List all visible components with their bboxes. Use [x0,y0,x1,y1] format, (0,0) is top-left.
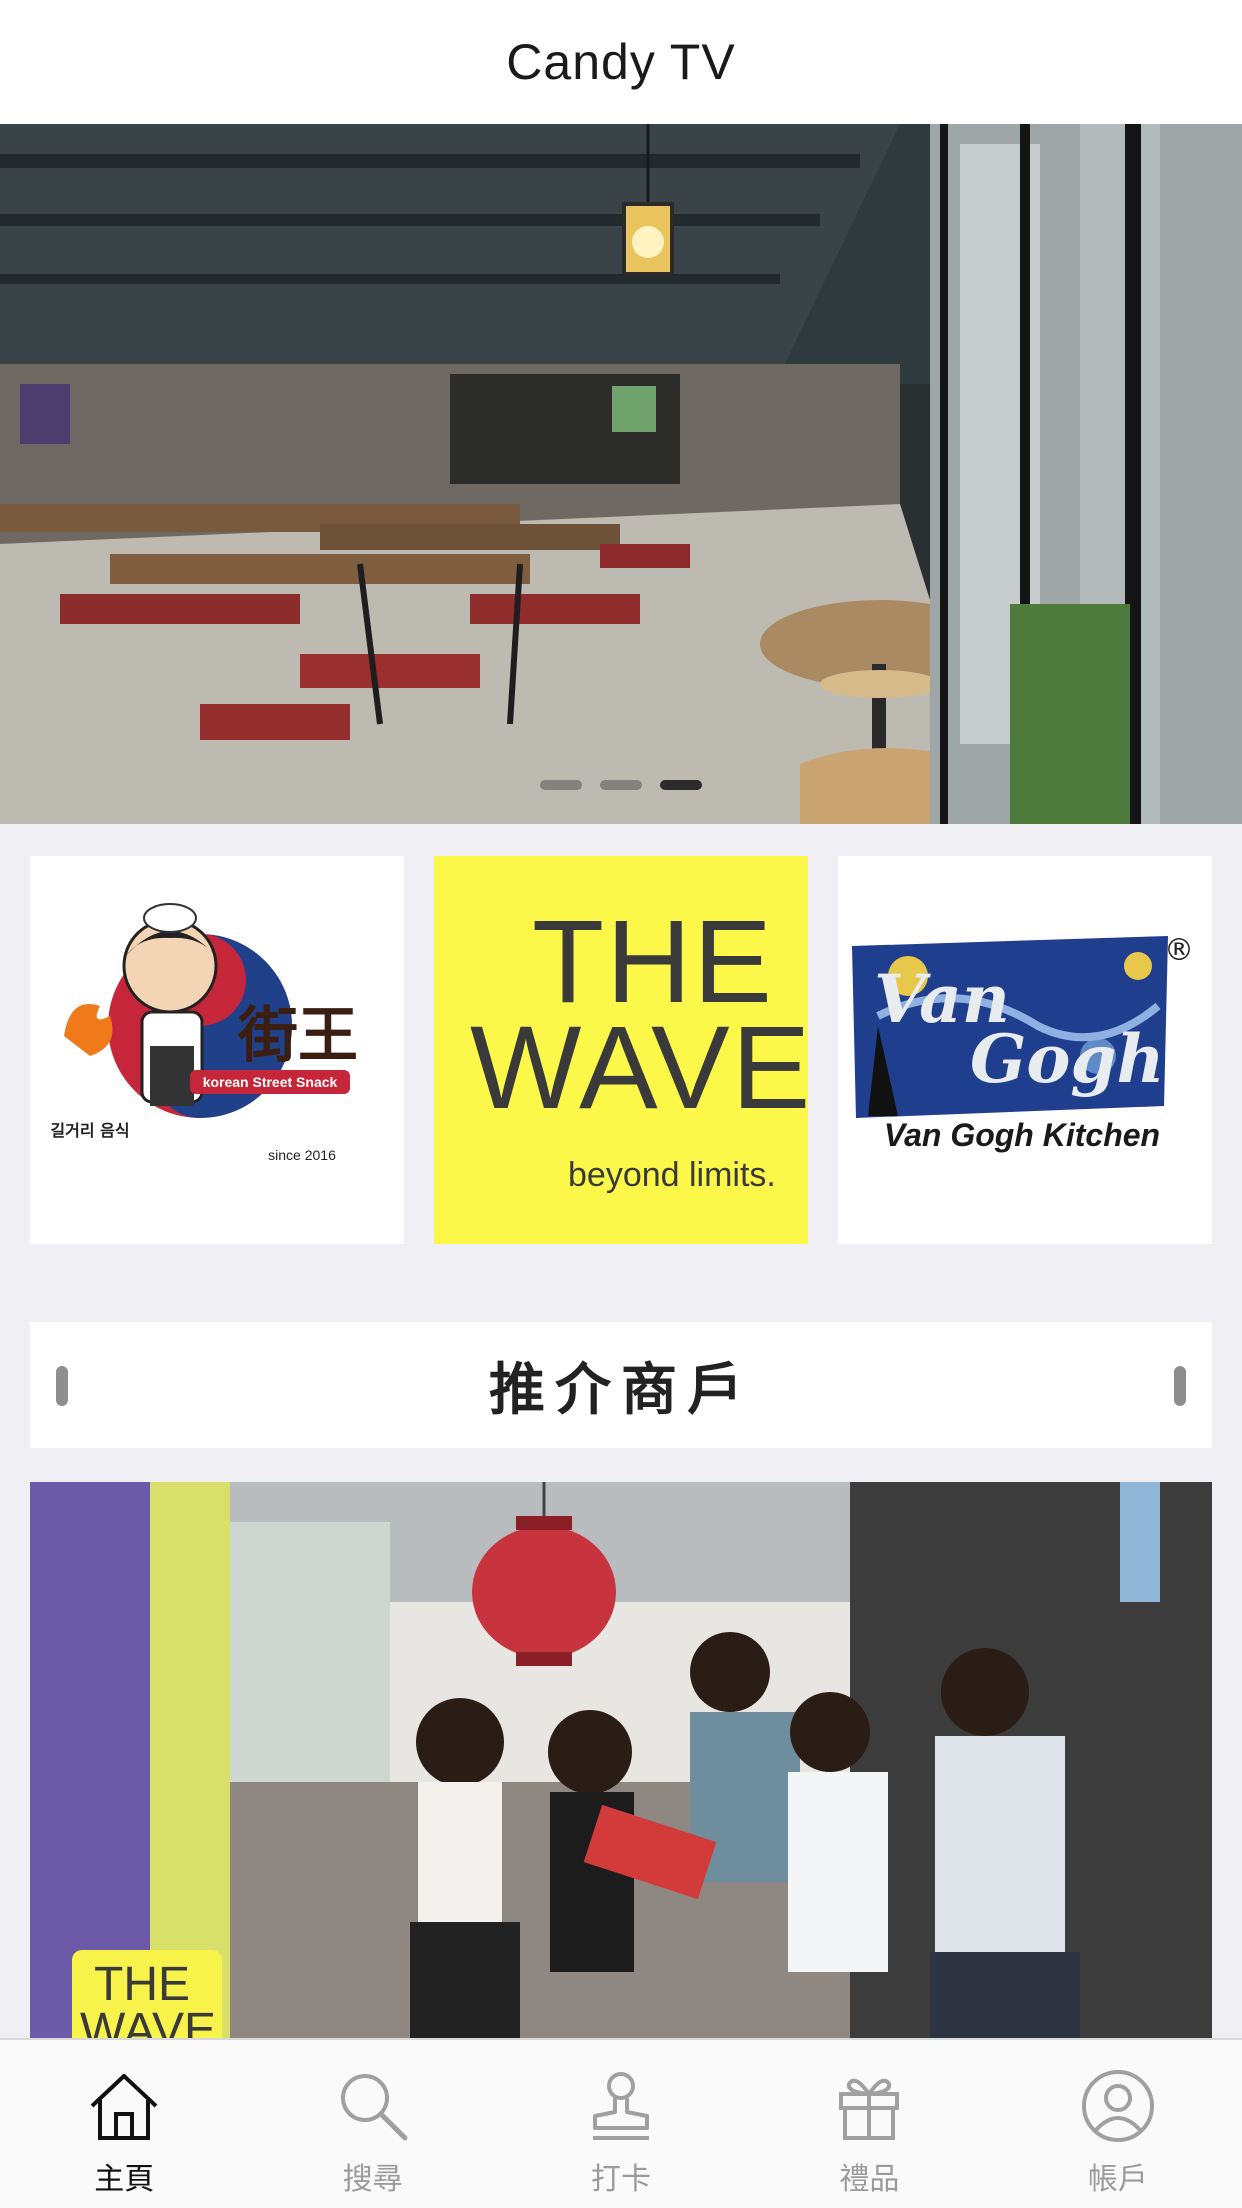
van-gogh-line2: Gogh [970,1020,1165,1098]
the-wave-tagline: beyond limits. [568,1156,776,1194]
carousel-page-indicator[interactable] [0,780,1242,790]
merchant-tile-jie-wang[interactable]: korean Street Snack 街王 길거리 음식 since 2016 [30,856,404,1244]
the-wave-badge: THE WAVE [72,1950,222,2038]
merchant-logo-row: korean Street Snack 街王 길거리 음식 since 2016… [30,856,1212,1244]
recommended-merchants-header: 推介商戶 [30,1322,1212,1448]
hero-banner[interactable] [0,124,1242,824]
section-title: 推介商戶 [489,1357,753,1421]
carousel-dot[interactable] [540,780,582,790]
the-wave-badge-logo: THE WAVE [80,1958,216,2038]
van-gogh-caption: Van Gogh Kitchen [884,1117,1160,1153]
the-wave-line2: WAVE [470,1002,808,1134]
tab-account[interactable]: 帳戶 [994,2040,1242,2208]
jie-wang-logo: korean Street Snack 街王 길거리 음식 since 2016 [50,903,358,1163]
van-gogh-logo: Van Gogh ® Van Gogh Kitchen [852,933,1194,1153]
featured-merchant-card[interactable]: THE WAVE [30,1482,1212,2038]
tab-gifts[interactable]: 禮品 [745,2040,993,2208]
bottom-tab-bar: 主頁 搜尋 打卡 禮品 帳戶 [0,2038,1242,2208]
carousel-dot[interactable] [600,780,642,790]
app-screen: Candy TV korean Street Snack 街王 길거리 음식 s… [0,0,1242,2208]
merchant-tile-van-gogh[interactable]: Van Gogh ® Van Gogh Kitchen [838,856,1212,1244]
header-accent-bar-left [56,1366,68,1406]
tab-home[interactable]: 主頁 [0,2040,248,2208]
tab-label: 禮品 [839,2163,900,2196]
tab-label: 打卡 [591,2163,652,2196]
carousel-dot-active[interactable] [660,780,702,790]
merchant-tile-the-wave[interactable]: THE WAVE beyond limits. [434,856,808,1244]
the-wave-logo: THE WAVE beyond limits. [470,896,808,1194]
home-icon [90,2074,158,2140]
tab-check-in[interactable]: 打卡 [497,2040,745,2208]
stamp-icon [593,2072,650,2140]
jie-wang-chinese: 街王 [237,1001,358,1071]
jie-wang-korean: 길거리 음식 [50,1121,129,1140]
tab-label: 帳戶 [1087,2163,1148,2196]
badge-line2: WAVE [80,2004,216,2038]
jie-wang-since: since 2016 [268,1147,336,1163]
tab-label: 主頁 [94,2163,155,2196]
app-title: Candy TV [506,34,736,90]
tab-label: 搜尋 [342,2163,403,2196]
header-accent-bar-right [1174,1366,1186,1406]
van-gogh-registered: ® [1164,933,1194,968]
restaurant-interior-photo [0,124,1242,824]
account-icon [1081,2070,1154,2142]
gift-icon [839,2078,900,2140]
search-icon [340,2074,408,2141]
tab-search[interactable]: 搜尋 [248,2040,496,2208]
jie-wang-tag: korean Street Snack [203,1074,338,1090]
navigation-bar: Candy TV [0,0,1242,124]
